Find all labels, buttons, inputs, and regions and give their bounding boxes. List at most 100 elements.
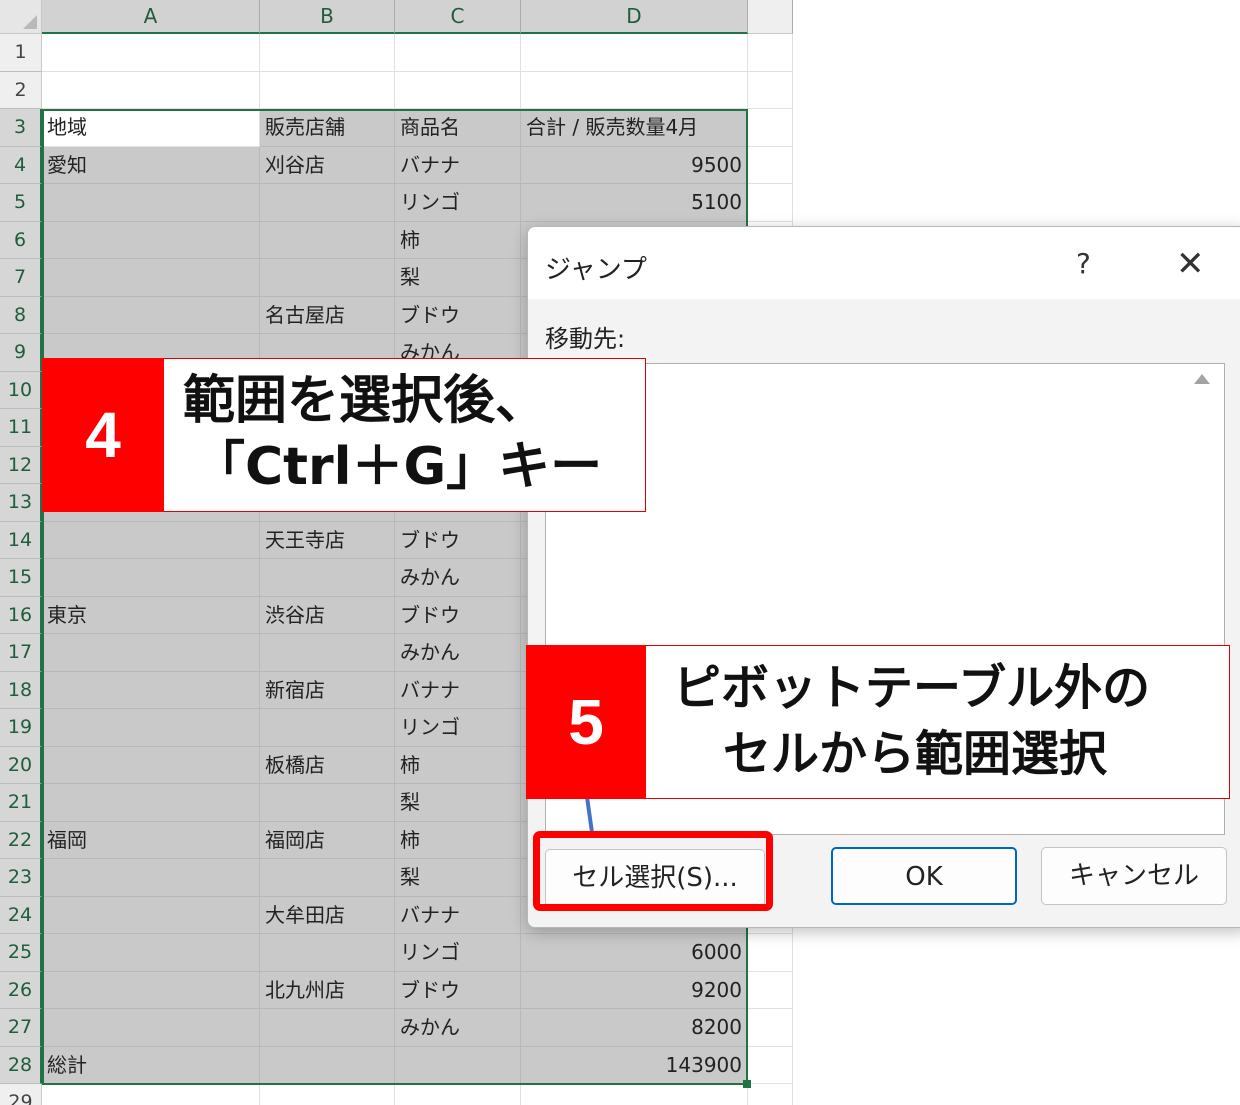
row-header[interactable]: 13: [0, 484, 42, 522]
row-header[interactable]: 19: [0, 709, 42, 747]
column-header-c[interactable]: C: [395, 0, 521, 34]
column-header-e[interactable]: [748, 0, 793, 34]
cell-b3[interactable]: 販売店舗: [260, 109, 395, 147]
cell-c25[interactable]: リンゴ: [395, 934, 521, 972]
cell-c18[interactable]: バナナ: [395, 671, 521, 709]
cell-c6[interactable]: 柿: [395, 221, 521, 259]
cell-e28[interactable]: [748, 1046, 793, 1084]
row-header[interactable]: 2: [0, 71, 42, 109]
row-header[interactable]: 4: [0, 146, 42, 184]
cell-a19[interactable]: [42, 709, 260, 747]
cell-b7[interactable]: [260, 259, 395, 297]
cell-c5[interactable]: リンゴ: [395, 184, 521, 222]
cell-a25[interactable]: [42, 934, 260, 972]
scroll-up-arrow-icon[interactable]: [1194, 374, 1210, 384]
row-header[interactable]: 26: [0, 971, 42, 1009]
cell-c14[interactable]: ブドウ: [395, 521, 521, 559]
cell-b4[interactable]: 刈谷店: [260, 146, 395, 184]
cell-d4[interactable]: 9500: [521, 146, 748, 184]
cell-b5[interactable]: [260, 184, 395, 222]
cell-d25[interactable]: 6000: [521, 934, 748, 972]
cell-a4[interactable]: 愛知: [42, 146, 260, 184]
row-header[interactable]: 10: [0, 371, 42, 409]
cell-c26[interactable]: ブドウ: [395, 971, 521, 1009]
column-header-d[interactable]: D: [521, 0, 748, 34]
row-header[interactable]: 18: [0, 671, 42, 709]
cell-a21[interactable]: [42, 784, 260, 822]
cell-a15[interactable]: [42, 559, 260, 597]
cell-c21[interactable]: 梨: [395, 784, 521, 822]
cell-b19[interactable]: [260, 709, 395, 747]
cell-b6[interactable]: [260, 221, 395, 259]
cell-a14[interactable]: [42, 521, 260, 559]
cell-b2[interactable]: [260, 71, 395, 109]
cell-a1[interactable]: [42, 34, 260, 72]
row-header[interactable]: 5: [0, 184, 42, 222]
cell-d3[interactable]: 合計 / 販売数量4月: [521, 109, 748, 147]
cell-e26[interactable]: [748, 971, 793, 1009]
cell-b27[interactable]: [260, 1009, 395, 1047]
cell-d1[interactable]: [521, 34, 748, 72]
close-icon[interactable]: ✕: [1176, 245, 1205, 283]
cell-e27[interactable]: [748, 1009, 793, 1047]
row-header[interactable]: 23: [0, 859, 42, 897]
cell-c1[interactable]: [395, 34, 521, 72]
row-header[interactable]: 9: [0, 334, 42, 372]
cell-a6[interactable]: [42, 221, 260, 259]
cell-c16[interactable]: ブドウ: [395, 596, 521, 634]
cell-a17[interactable]: [42, 634, 260, 672]
row-header[interactable]: 22: [0, 821, 42, 859]
cell-c29[interactable]: [395, 1084, 521, 1105]
select-all-corner[interactable]: [0, 0, 42, 34]
cell-c24[interactable]: バナナ: [395, 896, 521, 934]
cell-a22[interactable]: 福岡: [42, 821, 260, 859]
row-header[interactable]: 11: [0, 409, 42, 447]
cell-c23[interactable]: 梨: [395, 859, 521, 897]
cell-c28[interactable]: [395, 1046, 521, 1084]
cell-c3[interactable]: 商品名: [395, 109, 521, 147]
row-header[interactable]: 28: [0, 1046, 42, 1084]
cell-a2[interactable]: [42, 71, 260, 109]
row-header[interactable]: 8: [0, 296, 42, 334]
row-header[interactable]: 12: [0, 446, 42, 484]
cell-c15[interactable]: みかん: [395, 559, 521, 597]
cell-a16[interactable]: 東京: [42, 596, 260, 634]
ok-button[interactable]: OK: [831, 847, 1017, 905]
reference-input[interactable]: [545, 797, 1225, 835]
row-header[interactable]: 16: [0, 596, 42, 634]
row-header[interactable]: 14: [0, 521, 42, 559]
cell-b15[interactable]: [260, 559, 395, 597]
column-header-b[interactable]: B: [260, 0, 395, 34]
help-icon[interactable]: ?: [1076, 247, 1091, 280]
cell-d5[interactable]: 5100: [521, 184, 748, 222]
cell-c20[interactable]: 柿: [395, 746, 521, 784]
cell-a20[interactable]: [42, 746, 260, 784]
cell-b24[interactable]: 大牟田店: [260, 896, 395, 934]
cell-d2[interactable]: [521, 71, 748, 109]
cell-a29[interactable]: [42, 1084, 260, 1105]
column-header-a[interactable]: A: [42, 0, 260, 34]
cell-a28[interactable]: 総計: [42, 1046, 260, 1084]
row-header[interactable]: 29: [0, 1084, 42, 1105]
cell-a23[interactable]: [42, 859, 260, 897]
cell-c19[interactable]: リンゴ: [395, 709, 521, 747]
cell-b17[interactable]: [260, 634, 395, 672]
cell-a27[interactable]: [42, 1009, 260, 1047]
row-header[interactable]: 24: [0, 896, 42, 934]
cell-b8[interactable]: 名古屋店: [260, 296, 395, 334]
cell-c4[interactable]: バナナ: [395, 146, 521, 184]
fill-handle[interactable]: [743, 1080, 751, 1088]
cell-c22[interactable]: 柿: [395, 821, 521, 859]
row-header[interactable]: 7: [0, 259, 42, 297]
cell-a3[interactable]: 地域: [42, 109, 260, 147]
cell-c2[interactable]: [395, 71, 521, 109]
cell-b21[interactable]: [260, 784, 395, 822]
cell-e1[interactable]: [748, 34, 793, 72]
cell-a8[interactable]: [42, 296, 260, 334]
cell-b28[interactable]: [260, 1046, 395, 1084]
row-header[interactable]: 15: [0, 559, 42, 597]
cell-b25[interactable]: [260, 934, 395, 972]
cell-e2[interactable]: [748, 71, 793, 109]
cell-d29[interactable]: [521, 1084, 748, 1105]
cancel-button[interactable]: キャンセル: [1041, 847, 1227, 905]
